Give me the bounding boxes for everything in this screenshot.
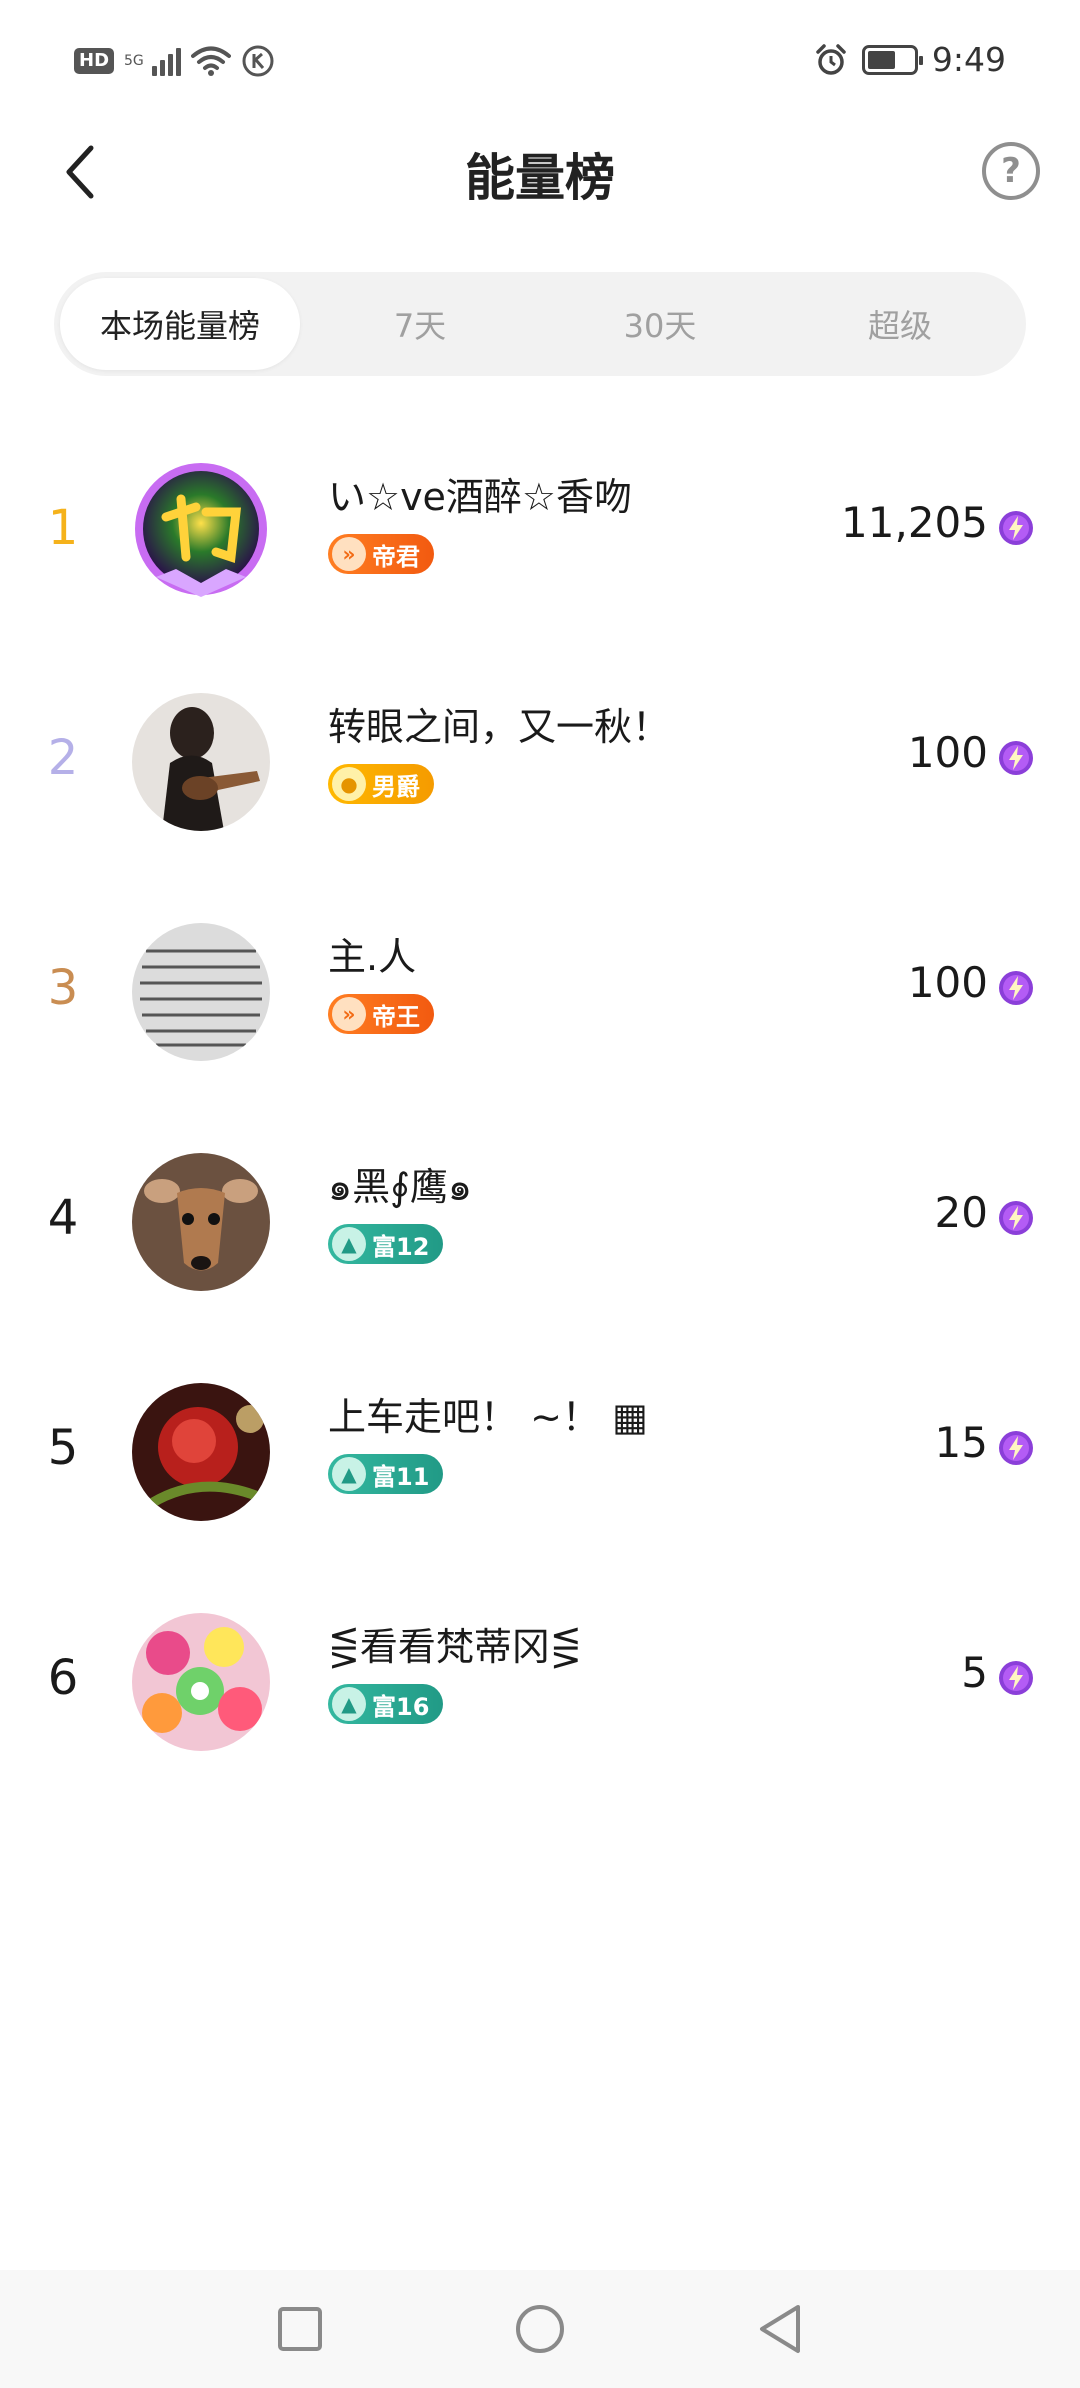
status-bar: HD 5G 9:49 [0, 0, 1080, 126]
lightning-energy-icon [999, 511, 1033, 545]
medal-icon: ● [332, 767, 366, 801]
level-label: 富16 [372, 1692, 430, 1721]
ranking-row[interactable]: 2 转眼之间，又一秋！ ● 男爵 100 [0, 650, 1080, 880]
clock: 9:49 [931, 40, 1006, 79]
ranking-row[interactable]: 5 上车走吧！ ~！ ▦ ▲ 富11 15 [0, 1340, 1080, 1570]
level-badge: ● 男爵 [328, 764, 434, 804]
level-badge: ▲ 富16 [328, 1684, 444, 1724]
level-label: 帝君 [372, 542, 420, 571]
chevron-rank-icon: » [332, 997, 366, 1031]
avatar[interactable] [132, 1613, 270, 1751]
triangle-rank-icon: ▲ [332, 1227, 366, 1261]
level-badge: » 帝王 [328, 994, 434, 1034]
lightning-energy-icon [999, 1661, 1033, 1695]
level-label: 男爵 [372, 772, 420, 801]
network-type: 5G [124, 53, 144, 69]
ranking-row[interactable]: 6 ⋚看看梵蒂冈⋚ ▲ 富16 5 [0, 1570, 1080, 1800]
avatar[interactable] [132, 1153, 270, 1291]
tab-super[interactable]: 超级 [780, 278, 1020, 370]
user-name: い☆ve酒醉☆香吻 [328, 475, 633, 519]
avatar[interactable] [132, 463, 270, 601]
user-name: 转眼之间，又一秋！ [328, 705, 671, 749]
level-badge: ▲ 富12 [328, 1224, 444, 1264]
triangle-rank-icon: ▲ [332, 1457, 366, 1491]
user-name: ⋚看看梵蒂冈⋚ [328, 1625, 582, 1669]
energy-score: 11,205 [841, 498, 988, 547]
energy-score: 100 [907, 958, 988, 1007]
help-icon: ? [1001, 151, 1021, 191]
ranking-row[interactable]: 4 ๑黑∮鹰๑ ▲ 富12 20 [0, 1110, 1080, 1340]
lightning-energy-icon [999, 741, 1033, 775]
level-badge: » 帝君 [328, 534, 434, 574]
recent-apps-button[interactable] [270, 2299, 330, 2359]
ranking-row[interactable]: 1 い☆ve酒醉☆香吻 » 帝君 11,205 [0, 420, 1080, 650]
home-icon [516, 2305, 564, 2353]
user-name: 主.人 [328, 935, 417, 979]
rank-number: 1 [47, 500, 79, 556]
header: 能量榜 ? [0, 126, 1080, 216]
energy-score: 5 [961, 1648, 988, 1697]
energy-score: 100 [907, 728, 988, 777]
ranking-row[interactable]: 3 主.人 » 帝王 100 [0, 880, 1080, 1110]
triangle-rank-icon: ▲ [332, 1687, 366, 1721]
period-tabs: 本场能量榜 7天 30天 超级 [54, 272, 1026, 376]
level-label: 富12 [372, 1232, 430, 1261]
level-badge: ▲ 富11 [328, 1454, 444, 1494]
tab-7-days[interactable]: 7天 [300, 278, 540, 370]
rank-number: 2 [47, 730, 79, 786]
energy-ranking-screen: HD 5G 9:49 能量榜 ? 本场能量榜 7天 30天 超级 1 い☆ve酒… [0, 0, 1080, 2388]
rank-number: 4 [47, 1190, 79, 1246]
tab-this-session[interactable]: 本场能量榜 [60, 278, 300, 370]
ranking-list: 1 い☆ve酒醉☆香吻 » 帝君 11,205 2 转眼之间，又一秋！ ● 男爵… [0, 420, 1080, 1800]
avatar[interactable] [132, 923, 270, 1061]
avatar[interactable] [132, 693, 270, 831]
lightning-energy-icon [999, 1201, 1033, 1235]
rank-number: 3 [47, 960, 79, 1016]
alarm-icon [814, 43, 848, 77]
lightning-energy-icon [999, 971, 1033, 1005]
signal-icon [152, 46, 182, 76]
lightning-energy-icon [999, 1431, 1033, 1465]
status-right: 9:49 [814, 40, 1006, 79]
back-icon [760, 2305, 800, 2353]
user-name: ๑黑∮鹰๑ [328, 1165, 473, 1209]
k-icon [241, 44, 275, 78]
rank-number: 5 [47, 1420, 79, 1476]
tab-30-days[interactable]: 30天 [540, 278, 780, 370]
level-label: 帝王 [372, 1002, 420, 1031]
avatar[interactable] [132, 1383, 270, 1521]
help-button[interactable]: ? [982, 142, 1040, 200]
system-back-button[interactable] [750, 2299, 810, 2359]
user-name: 上车走吧！ ~！ ▦ [328, 1395, 648, 1439]
chevron-rank-icon: » [332, 537, 366, 571]
home-button[interactable] [510, 2299, 570, 2359]
page-title: 能量榜 [465, 149, 615, 207]
energy-score: 15 [934, 1418, 988, 1467]
level-label: 富11 [372, 1462, 430, 1491]
system-nav-bar [0, 2270, 1080, 2388]
energy-score: 20 [934, 1188, 988, 1237]
rank-number: 6 [47, 1650, 79, 1706]
hd-icon: HD [74, 48, 115, 74]
recent-apps-icon [278, 2307, 322, 2351]
status-left: HD 5G [74, 44, 275, 78]
wifi-icon [191, 45, 232, 77]
battery-icon [861, 44, 923, 75]
